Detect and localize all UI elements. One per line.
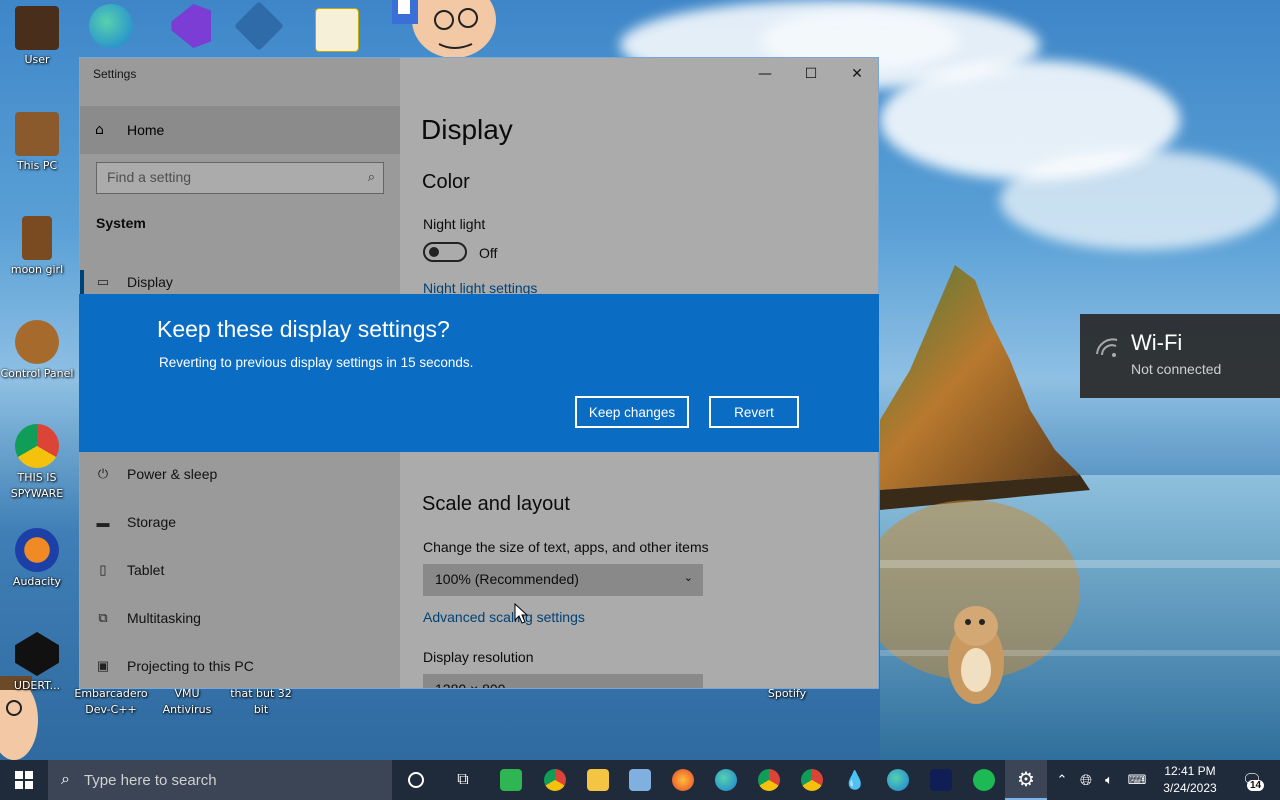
desktop-icon-this-pc[interactable]: This PC [0, 112, 74, 174]
gear-icon: ⚙ [1017, 768, 1035, 791]
taskbar-clock[interactable]: 12:41 PM 3/24/2023 [1152, 763, 1228, 797]
desktop-icon-label: Audacity [12, 575, 62, 588]
desktop-icon-virtualbox[interactable] [222, 1, 296, 51]
desktop-icon-devcpp[interactable]: Embarcadero Dev-C++ [74, 684, 148, 718]
cortana-circle-icon [408, 772, 424, 788]
cube-icon [629, 769, 651, 791]
chat-app-icon [500, 769, 522, 791]
desktop-icon-label: Embarcadero Dev-C++ [74, 687, 148, 716]
keyboard-icon: ⌨ [1127, 772, 1147, 787]
desktop-icon-32-bit[interactable]: that but 32 bit [224, 684, 298, 718]
chrome-icon [801, 769, 823, 791]
virtualbox-icon [234, 1, 284, 51]
desktop-icon-label: Control Panel [0, 367, 74, 380]
edge-icon [887, 769, 909, 791]
hxd-icon [315, 8, 359, 52]
clock-date: 3/24/2023 [1163, 781, 1217, 795]
taskbar-search-box[interactable]: ⌕ Type here to search [48, 760, 392, 800]
wifi-status: Not connected [1131, 361, 1222, 377]
desktop-icon-label: that but 32 bit [230, 687, 292, 716]
folder-icon [587, 769, 609, 791]
search-placeholder: Type here to search [83, 771, 217, 789]
visual-studio-icon [171, 4, 211, 48]
desktop-icon-audacity[interactable]: Audacity [0, 528, 74, 590]
speaker-muted-icon: 🔈︎ [1105, 772, 1113, 787]
chrome-icon [758, 769, 780, 791]
taskbar-app-drop[interactable]: 💧 [834, 760, 876, 800]
spotify-icon [973, 769, 995, 791]
keep-changes-button[interactable]: Keep changes [575, 396, 689, 428]
desktop-icon-label: This PC [16, 159, 58, 172]
show-hidden-icons-button[interactable]: ⌃ [1052, 760, 1072, 800]
desktop-icon-vmu-antivirus[interactable]: VMU Antivirus [150, 684, 224, 718]
unity-icon [15, 632, 59, 676]
chrome-icon [544, 769, 566, 791]
desktop-icon-visual-studio[interactable] [152, 4, 226, 48]
taskbar-app-green[interactable] [490, 760, 532, 800]
edge-icon [89, 4, 133, 48]
desktop-icon-label: moon girl [10, 263, 64, 276]
keep-display-settings-dialog: Keep these display settings? Reverting t… [79, 294, 879, 452]
keyboard-tray-button[interactable]: ⌨ [1124, 760, 1150, 800]
desktop-icon-hxd[interactable] [300, 8, 374, 52]
action-center-button[interactable]: 🗨︎ 14 [1234, 760, 1274, 800]
user-folder-icon [15, 6, 59, 50]
wifi-name: Wi-Fi [1131, 330, 1183, 355]
desktop-icon-label: THIS IS SPYWARE [10, 471, 64, 500]
taskbar-app-chrome-2[interactable] [748, 760, 790, 800]
windows-logo-icon [15, 771, 33, 789]
taskbar-app-disney[interactable] [920, 760, 962, 800]
clock-time: 12:41 PM [1164, 764, 1216, 778]
dialog-title: Keep these display settings? [157, 316, 450, 342]
chevron-up-icon: ⌃ [1056, 772, 1068, 787]
network-tray-button[interactable]: 🌐︎ [1074, 760, 1098, 800]
firefox-icon [672, 769, 694, 791]
wifi-status-flyout[interactable]: Wi-Fi Not connected [1080, 314, 1280, 398]
dialog-message: Reverting to previous display settings i… [159, 355, 474, 370]
control-panel-icon [15, 320, 59, 364]
desktop-icon-label: VMU Antivirus [162, 687, 212, 716]
desktop-icon-unity[interactable]: UDERT... [0, 632, 74, 694]
hamster-image [948, 606, 1004, 704]
droplet-icon: 💧 [843, 769, 867, 790]
revert-button[interactable]: Revert [709, 396, 799, 428]
taskbar: ⌕ Type here to search ⧉ 💧 ⚙ ⌃ 🌐︎ 🔈︎ ⌨ 12… [0, 760, 1280, 800]
wifi-icon [1096, 338, 1118, 357]
cortana-button[interactable] [395, 760, 437, 800]
desktop-icon-label: User [24, 53, 50, 66]
taskbar-app-firefox[interactable] [662, 760, 704, 800]
task-view-button[interactable]: ⧉ [442, 760, 484, 800]
chrome-icon [15, 424, 59, 468]
taskbar-app-edge-2[interactable] [877, 760, 919, 800]
taskbar-app-settings[interactable]: ⚙ [1005, 760, 1047, 800]
taskbar-app-explorer[interactable] [577, 760, 619, 800]
taskbar-app-spotify[interactable] [963, 760, 1005, 800]
start-button[interactable] [0, 760, 48, 800]
barrel-icon [22, 216, 52, 260]
mouse-cursor-icon [514, 603, 528, 624]
taskbar-app-edge[interactable] [705, 760, 747, 800]
taskbar-app-virtualbox[interactable] [619, 760, 661, 800]
search-icon: ⌕ [61, 771, 70, 788]
desktop-icon-edge[interactable] [74, 4, 148, 48]
audacity-icon [15, 528, 59, 572]
disney-plus-icon [930, 769, 952, 791]
edge-icon [715, 769, 737, 791]
desktop-icon-control-panel[interactable]: Control Panel [0, 320, 74, 382]
desktop-icon-chrome[interactable]: THIS IS SPYWARE [0, 424, 74, 502]
taskbar-app-chrome-3[interactable] [791, 760, 833, 800]
desktop-icon-user[interactable]: User [0, 6, 74, 68]
task-view-icon: ⧉ [457, 771, 469, 788]
cartoon-head-image [392, 0, 496, 58]
notification-count-badge: 14 [1247, 780, 1265, 791]
volume-tray-button[interactable]: 🔈︎ [1098, 760, 1120, 800]
globe-icon: 🌐︎ [1079, 771, 1092, 789]
computer-icon [15, 112, 59, 156]
desktop-icon-moon-girl[interactable]: moon girl [0, 216, 74, 278]
desktop-icon-label: UDERT... [13, 679, 61, 692]
taskbar-app-chrome[interactable] [534, 760, 576, 800]
